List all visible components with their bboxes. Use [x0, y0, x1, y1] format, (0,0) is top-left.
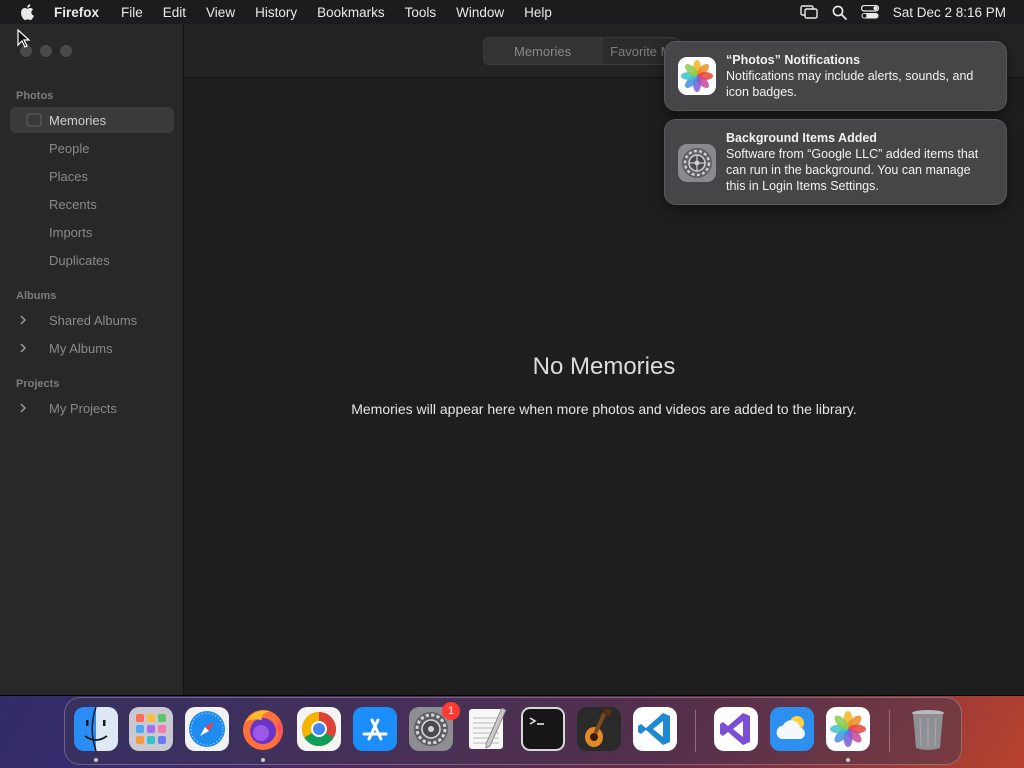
sidebar-item-memories[interactable]: Memories [10, 107, 174, 133]
running-indicator [846, 758, 850, 762]
notification-badge: 1 [442, 702, 460, 720]
duplicates-icon [19, 247, 49, 273]
menu-edit[interactable]: Edit [153, 5, 196, 20]
empty-state-title: No Memories [532, 353, 676, 380]
sidebar-item-people[interactable]: People [10, 135, 174, 161]
menu-view[interactable]: View [196, 5, 245, 20]
chevron-right-icon[interactable] [13, 315, 33, 325]
notification-background-items[interactable]: Background Items Added Software from “Go… [664, 119, 1007, 205]
sidebar: Photos Memories People Places Recents Im… [0, 24, 184, 695]
dock-garageband[interactable] [576, 706, 622, 752]
chevron-right-icon[interactable] [13, 343, 33, 353]
menu-tools[interactable]: Tools [395, 5, 447, 20]
sidebar-item-label: My Albums [49, 340, 113, 356]
app-store-icon [353, 707, 397, 751]
vscode-icon [633, 707, 677, 751]
dock-weather[interactable] [769, 706, 815, 752]
sidebar-item-label: Recents [49, 196, 97, 212]
empty-state-subtitle: Memories will appear here when more phot… [351, 401, 857, 417]
section-header-photos: Photos [16, 90, 54, 102]
menu-window[interactable]: Window [446, 5, 514, 20]
notification-title: “Photos” Notifications [726, 53, 861, 67]
places-icon [19, 163, 49, 189]
dock-vscode[interactable] [632, 706, 678, 752]
trash-icon [912, 710, 944, 750]
dock-safari[interactable] [184, 706, 230, 752]
dock: 1 [64, 697, 962, 765]
dock-chrome[interactable] [296, 706, 342, 752]
dock-finder[interactable] [73, 706, 119, 752]
sidebar-item-imports[interactable]: Imports [10, 219, 174, 245]
sidebar-item-shared-albums[interactable]: Shared Albums [10, 307, 174, 333]
imports-icon [19, 219, 49, 245]
finder-icon [74, 706, 118, 752]
menu-clock[interactable]: Sat Dec 2 8:16 PM [893, 5, 1006, 20]
menu-bookmarks[interactable]: Bookmarks [307, 5, 395, 20]
visual-studio-icon [714, 707, 758, 751]
mouse-cursor-icon [17, 28, 31, 54]
menu-bar: Firefox File Edit View History Bookmarks… [0, 0, 1024, 24]
section-header-projects: Projects [16, 378, 60, 390]
control-center-icon[interactable] [860, 5, 879, 19]
chevron-right-icon[interactable] [13, 403, 33, 413]
sidebar-item-label: Shared Albums [49, 312, 138, 328]
minimize-window-button[interactable] [40, 45, 52, 57]
notification-body: Notifications may include alerts, sounds… [726, 69, 974, 99]
firefox-icon [243, 710, 283, 750]
menu-file[interactable]: File [111, 5, 153, 20]
dock-trash[interactable] [905, 706, 951, 752]
dock-system-settings[interactable]: 1 [408, 702, 460, 752]
view-segmented-control: Memories Favorite M [483, 37, 681, 65]
dock-visual-studio[interactable] [713, 706, 759, 752]
people-icon [19, 135, 49, 161]
terminal-icon [521, 707, 565, 751]
running-indicator [94, 758, 98, 762]
running-indicator [261, 758, 265, 762]
dock-separator [695, 710, 696, 752]
dock-photos[interactable] [825, 706, 871, 752]
menu-app-name[interactable]: Firefox [54, 5, 111, 20]
sidebar-item-label: Duplicates [49, 252, 110, 268]
sidebar-item-label: Memories [49, 112, 107, 128]
sidebar-item-places[interactable]: Places [10, 163, 174, 189]
apple-menu-icon[interactable] [0, 4, 54, 20]
sidebar-item-label: My Projects [49, 400, 117, 416]
sidebar-item-my-albums[interactable]: My Albums [10, 335, 174, 361]
launchpad-icon [129, 707, 173, 751]
memories-icon [19, 107, 49, 133]
safari-icon [185, 707, 229, 751]
screen-mirroring-icon[interactable] [799, 5, 818, 19]
dock-textedit[interactable] [464, 706, 510, 752]
dock-terminal[interactable] [520, 706, 566, 752]
sidebar-item-recents[interactable]: Recents [10, 191, 174, 217]
dock-app-store[interactable] [352, 706, 398, 752]
tab-memories[interactable]: Memories [484, 38, 602, 64]
dock-launchpad[interactable] [128, 706, 174, 752]
zoom-window-button[interactable] [60, 45, 72, 57]
notification-body: Software from “Google LLC” added items t… [726, 147, 979, 193]
menu-help[interactable]: Help [514, 5, 562, 20]
weather-icon [770, 707, 814, 751]
garageband-icon [577, 707, 621, 751]
chrome-icon [297, 707, 341, 751]
recents-icon [19, 191, 49, 217]
textedit-icon [469, 707, 507, 749]
sidebar-item-my-projects[interactable]: My Projects [10, 395, 174, 421]
photos-icon [826, 707, 870, 751]
menu-history[interactable]: History [245, 5, 307, 20]
section-header-albums: Albums [16, 290, 57, 302]
photos-icon [678, 57, 716, 95]
system-settings-icon [678, 144, 716, 182]
sidebar-item-duplicates[interactable]: Duplicates [10, 247, 174, 273]
sidebar-item-label: Imports [49, 224, 93, 240]
notification-photos[interactable]: “Photos” Notifications Notifications may… [664, 41, 1007, 111]
spotlight-search-icon[interactable] [832, 5, 847, 20]
sidebar-item-label: Places [49, 168, 89, 184]
dock-firefox[interactable] [240, 706, 286, 752]
notification-title: Background Items Added [726, 131, 877, 145]
dock-separator [889, 710, 890, 752]
sidebar-item-label: People [49, 140, 90, 156]
